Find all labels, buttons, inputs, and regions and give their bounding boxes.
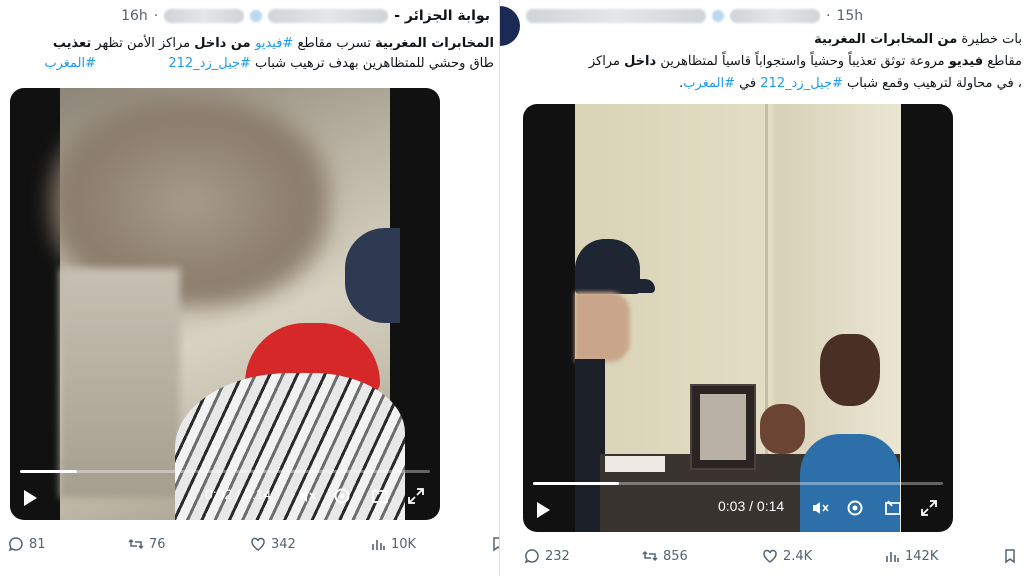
play-icon[interactable]	[24, 490, 37, 506]
heart-icon	[251, 537, 265, 551]
bookmark-button[interactable]	[1002, 548, 1018, 564]
like-button[interactable]: 2.4K	[762, 548, 812, 564]
separator: ·	[826, 8, 831, 24]
timestamp[interactable]: 16h	[121, 8, 148, 24]
tweet-card-right: · 15h بات خطيرة من المخابرات المغربية مق…	[500, 0, 1024, 576]
tweet-text-line-1: بات خطيرة من المخابرات المغربية	[814, 30, 1022, 50]
fullscreen-icon[interactable]	[406, 486, 426, 506]
tweet-text-line-3: ، في محاولة لترهيب وقمع شباب #جيل_زد_212…	[679, 74, 1022, 94]
hashtag-link[interactable]: #جيل_زد_212	[168, 56, 251, 71]
dark-cap	[345, 228, 400, 323]
reply-count: 232	[545, 548, 570, 564]
video-progress-fill	[533, 482, 620, 485]
text-segment: فيديو	[948, 54, 984, 69]
picture-in-picture-icon[interactable]	[370, 486, 390, 506]
text-segment: تعذيب	[52, 36, 92, 51]
timestamp[interactable]: 15h	[836, 8, 863, 24]
video-timecode: 0:03 / 0:14	[718, 498, 785, 514]
text-segment: مروعة توثق تعذيباً وحشياً واستجواباً قاس…	[656, 54, 949, 69]
bookmark-icon	[1005, 549, 1015, 564]
reply-button[interactable]: 232	[524, 548, 570, 564]
video-progress-bar[interactable]	[20, 470, 430, 473]
mute-icon[interactable]	[810, 498, 830, 518]
video-frame	[575, 104, 901, 532]
tweet-card-left: بوابة الجزائر - · 16h المخابرات المغربية…	[0, 0, 500, 576]
text-segment: ، في محاولة لترهيب وقمع شباب	[842, 76, 1022, 91]
settings-gear-icon[interactable]	[845, 498, 865, 518]
tweet-text-line-2: طاق وحشي للمتظاهرين بهدف ترهيب شباب #جيل…	[168, 54, 494, 74]
separator: ·	[153, 8, 159, 24]
picture-in-picture-icon[interactable]	[883, 498, 903, 518]
text-segment: مقاطع	[983, 54, 1022, 69]
heart-icon	[763, 549, 777, 563]
play-icon[interactable]	[537, 502, 550, 518]
repost-count: 76	[149, 536, 166, 552]
video-controls: 0:02 / 0:14	[10, 464, 440, 520]
tweet-header-left: بوابة الجزائر - · 16h	[121, 8, 490, 24]
blurred-name	[526, 9, 706, 23]
repost-icon	[128, 538, 144, 550]
blurred-handle	[730, 9, 820, 23]
video-progress-fill	[20, 470, 78, 473]
text-segment: في	[734, 76, 761, 91]
tweet-text-line-1: المخابرات المغربية تسرب مقاطع #فيديو من …	[53, 34, 494, 54]
views-button[interactable]: 142K	[884, 548, 938, 564]
views-count: 142K	[905, 548, 939, 564]
views-chart-icon	[372, 540, 385, 550]
video-player-left[interactable]: 0:02 / 0:14	[10, 88, 440, 520]
text-segment: بات خطيرة	[957, 32, 1022, 47]
blurred-handle	[268, 9, 389, 23]
picture-frame	[690, 384, 756, 470]
text-segment: من داخل	[194, 36, 256, 51]
tweet-text-line-3: #المغرب	[44, 54, 96, 74]
settings-gear-icon[interactable]	[332, 486, 352, 506]
repost-button[interactable]: 76	[128, 536, 166, 552]
video-player-right[interactable]: 0:03 / 0:14	[523, 104, 953, 532]
officer-cap-brim	[615, 279, 655, 293]
video-frame	[50, 88, 405, 520]
reply-icon	[8, 537, 23, 552]
tweet-header-right: · 15h	[526, 8, 863, 24]
like-count: 342	[271, 536, 296, 552]
video-timecode: 0:02 / 0:14	[205, 486, 272, 502]
fullscreen-icon[interactable]	[919, 498, 939, 518]
hashtag-link[interactable]: #المغرب	[44, 56, 96, 71]
text-segment: داخل	[624, 54, 657, 69]
hashtag-link[interactable]: #فيديو	[255, 36, 293, 51]
hashtag-link[interactable]: #المغرب	[683, 76, 735, 91]
reply-button[interactable]: 81	[8, 536, 46, 552]
avatar[interactable]	[500, 6, 520, 46]
like-button[interactable]: 342	[250, 536, 296, 552]
tweet-text-line-2: مقاطع فيديو مروعة توثق تعذيباً وحشياً وا…	[589, 52, 1022, 72]
views-chart-icon	[886, 552, 899, 562]
views-count: 10K	[391, 536, 417, 552]
views-button[interactable]: 10K	[370, 536, 416, 552]
text-segment: المخابرات المغربية	[375, 36, 494, 51]
repost-icon	[642, 550, 658, 562]
papers	[605, 456, 665, 472]
hashtag-link[interactable]: #جيل_زد_212	[760, 76, 843, 91]
text-segment: مراكز	[588, 54, 625, 69]
text-segment: من المخابرات المغربية	[814, 32, 958, 47]
repost-button[interactable]: 856	[642, 548, 688, 564]
like-count: 2.4K	[783, 548, 813, 564]
officer-face	[575, 292, 630, 362]
reply-count: 81	[29, 536, 46, 552]
text-segment: طاق وحشي للمتظاهرين بهدف ترهيب شباب	[250, 56, 494, 71]
verified-icon	[250, 10, 263, 22]
text-segment: مراكز الأمن تظهر	[91, 36, 195, 51]
mute-icon[interactable]	[297, 486, 317, 506]
text-segment: تسرب مقاطع	[293, 36, 376, 51]
repost-count: 856	[663, 548, 688, 564]
tweet-actions-left: 81 76 342 10K	[0, 536, 500, 556]
video-controls: 0:03 / 0:14	[523, 476, 953, 532]
verified-icon	[712, 10, 724, 22]
tweet-actions-right: 232 856 2.4K 142K	[500, 548, 1024, 568]
blurred-handle-2	[164, 9, 245, 23]
reply-icon	[524, 549, 539, 564]
author-name[interactable]: بوابة الجزائر -	[394, 8, 490, 24]
video-progress-bar[interactable]	[533, 482, 943, 485]
